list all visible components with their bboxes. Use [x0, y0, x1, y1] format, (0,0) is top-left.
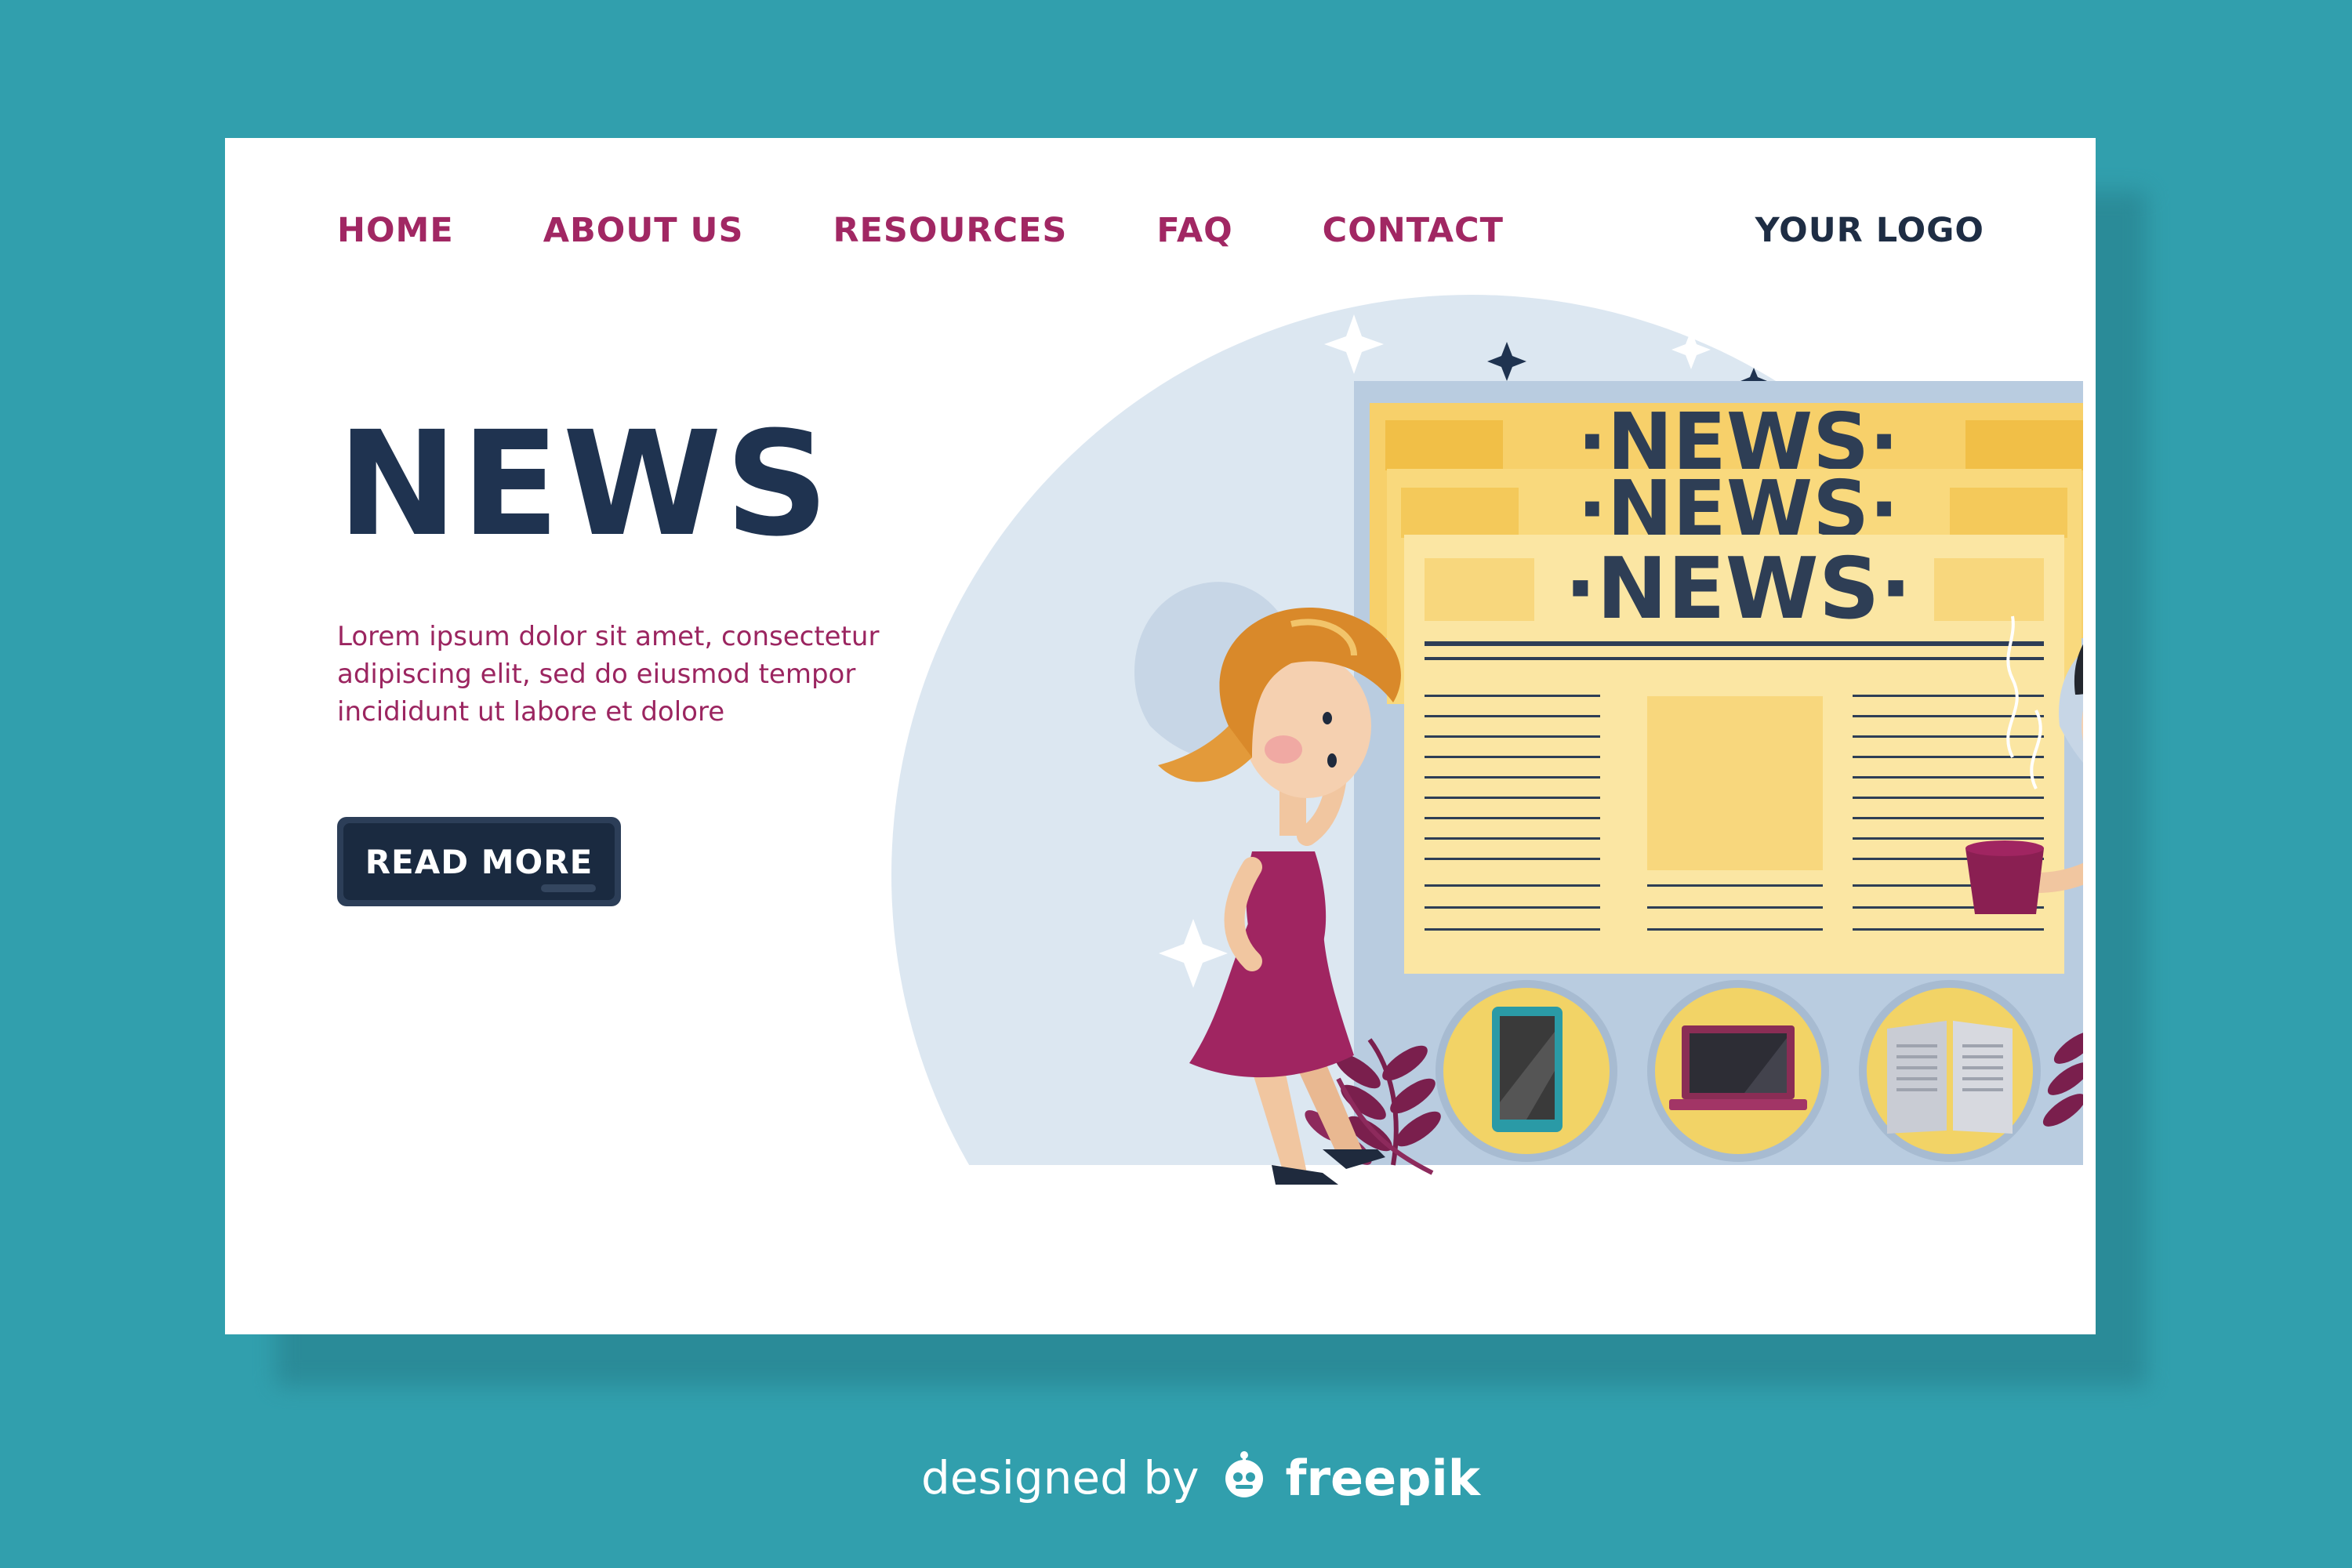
smartphone-icon: [1436, 980, 1617, 1162]
nav-resources[interactable]: RESOURCES: [833, 211, 1067, 250]
landing-card: HOME ABOUT US RESOURCES FAQ CONTACT YOUR…: [225, 138, 2096, 1334]
device-circles: [1354, 977, 2083, 1165]
nav-faq[interactable]: FAQ: [1156, 211, 1232, 250]
nav-about-us[interactable]: ABOUT US: [543, 211, 744, 250]
site-logo[interactable]: YOUR LOGO: [1755, 199, 1984, 262]
main-nav: HOME ABOUT US RESOURCES FAQ CONTACT: [337, 199, 1593, 262]
credit-prefix: designed by: [921, 1451, 1200, 1504]
laptop-icon: [1647, 980, 1829, 1162]
read-more-button[interactable]: READ MORE: [337, 817, 621, 906]
credit-brand[interactable]: freepik: [1286, 1450, 1481, 1507]
nav-contact[interactable]: CONTACT: [1323, 211, 1504, 250]
page-background: HOME ABOUT US RESOURCES FAQ CONTACT YOUR…: [0, 0, 2352, 1568]
hero-body-text: Lorem ipsum dolor sit amet, consectetur …: [337, 621, 880, 728]
button-gloss: [541, 884, 596, 892]
nav-home[interactable]: HOME: [337, 211, 454, 250]
hero-title: NEWS: [337, 401, 833, 568]
footer-credit: designed by freepik: [921, 1443, 1480, 1513]
news-illustration: ·NEWS· ·NEWS· ·NEWS·: [884, 287, 2083, 1275]
newspaper-icon: [1859, 980, 2041, 1162]
newspaper-headline: ·NEWS·: [1564, 540, 1911, 638]
read-more-button-face[interactable]: READ MORE: [343, 823, 615, 900]
freepik-logo-icon: [1217, 1449, 1272, 1507]
read-more-label: READ MORE: [365, 842, 593, 881]
